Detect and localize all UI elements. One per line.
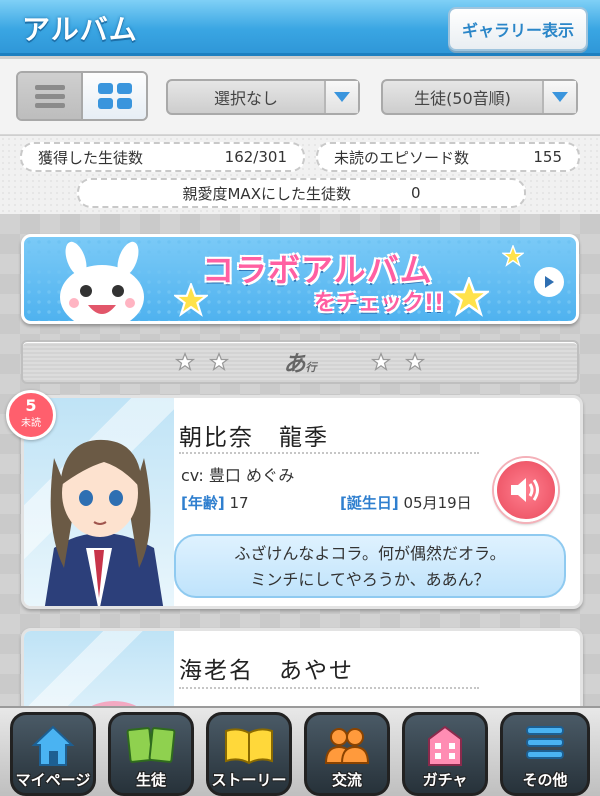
quote-line: ふざけんなよコラ。何が偶然だオラ。 xyxy=(234,544,506,563)
nav-mypage[interactable]: マイページ xyxy=(10,712,96,796)
book-icon xyxy=(225,728,273,765)
birthday-value: 05月19日 xyxy=(403,494,472,512)
chevron-down-icon xyxy=(542,81,576,113)
cards-icon xyxy=(126,727,176,763)
album-stats: 獲得した生徒数 162/301 未読のエピソード数 155 親愛度MAXにした生… xyxy=(0,136,600,214)
acquired-students-stat: 獲得した生徒数 162/301 xyxy=(20,142,305,172)
nav-label: マイページ xyxy=(15,771,91,789)
app-header: アルバム ギャラリー表示 xyxy=(0,0,600,56)
nav-students[interactable]: 生徒 xyxy=(108,712,194,796)
student-card[interactable]: 海老名 あやせ xyxy=(21,628,583,706)
unread-count: 5 xyxy=(25,396,37,415)
age-key: [年齢] xyxy=(181,494,225,512)
nav-label: ガチャ xyxy=(422,771,468,789)
student-quote: ふざけんなよコラ。何が偶然だオラ。 ミンチにしてやろうか、ああん？ xyxy=(174,534,566,598)
stat-label: 未読のエピソード数 xyxy=(334,148,470,167)
star-icon xyxy=(449,277,489,317)
chevron-down-icon xyxy=(324,81,358,113)
toolbar: 選択なし 生徒(50音順) xyxy=(0,59,600,135)
student-birthday: [誕生日] 05月19日 xyxy=(340,492,472,513)
list-view-button[interactable] xyxy=(18,73,83,119)
section-label: あ行 xyxy=(283,346,316,378)
age-value: 17 xyxy=(229,494,249,512)
banner-subtitle: をチェック!! xyxy=(314,291,445,316)
stat-value: 162/301 xyxy=(224,148,287,166)
section-kana: あ xyxy=(283,352,306,377)
home-icon xyxy=(31,725,75,766)
nav-label: 交流 xyxy=(331,771,362,789)
filter-select[interactable]: 選択なし xyxy=(166,79,360,115)
menu-icon xyxy=(526,726,564,759)
people-icon xyxy=(324,728,370,764)
stat-value: 155 xyxy=(533,148,562,166)
divider xyxy=(179,687,479,689)
sort-select[interactable]: 生徒(50音順) xyxy=(381,79,578,115)
nav-label: その他 xyxy=(522,771,568,789)
unread-badge: 5 未読 xyxy=(6,390,56,440)
unread-episodes-stat: 未読のエピソード数 155 xyxy=(316,142,580,172)
max-affection-stat: 親愛度MAXにした生徒数 0 xyxy=(77,178,526,208)
bottom-nav: マイページ 生徒 ストーリー 交流 ガチャ その他 xyxy=(0,706,600,796)
nav-label: 生徒 xyxy=(135,771,166,789)
birthday-key: [誕生日] xyxy=(340,494,399,512)
student-card[interactable]: 朝比奈 龍季 cv: 豊口 めぐみ [年齢] 17 [誕生日] 05月19日 ふ… xyxy=(21,395,583,609)
filter-select-value: 選択なし xyxy=(213,89,278,108)
grid-view-button[interactable] xyxy=(83,73,146,119)
character-portrait-icon xyxy=(91,701,137,706)
section-header-a: あ行 xyxy=(21,340,579,384)
play-icon xyxy=(534,267,564,297)
section-suffix: 行 xyxy=(305,361,317,374)
nav-story[interactable]: ストーリー xyxy=(206,712,292,796)
album-list[interactable]: コラボアルバム をチェック!! あ行 朝比奈 龍季 cv: 豊口 めぐみ [年齢… xyxy=(0,214,600,706)
speaker-icon xyxy=(511,478,539,502)
list-icon xyxy=(34,85,65,108)
star-outline-icon xyxy=(370,352,391,372)
voice-actor: cv: 豊口 めぐみ xyxy=(181,466,295,485)
student-age: [年齢] 17 xyxy=(181,492,249,513)
view-mode-toggle xyxy=(16,71,148,121)
student-name: 海老名 あやせ xyxy=(179,658,354,684)
quote-line: ミンチにしてやろうか、ああん？ xyxy=(250,570,490,589)
gallery-view-button[interactable]: ギャラリー表示 xyxy=(448,7,588,51)
star-outline-icon xyxy=(404,352,425,372)
nav-label: ストーリー xyxy=(211,771,287,789)
stat-label: 親愛度MAXにした生徒数 xyxy=(182,184,351,203)
nav-exchange[interactable]: 交流 xyxy=(304,712,390,796)
divider xyxy=(179,452,479,454)
student-name: 朝比奈 龍季 xyxy=(179,425,329,451)
star-outline-icon xyxy=(209,352,230,372)
unread-label: 未読 xyxy=(21,418,41,429)
mascot-icon xyxy=(60,241,144,321)
grid-icon xyxy=(97,83,132,109)
sort-select-value: 生徒(50音順) xyxy=(414,89,511,108)
collab-album-banner[interactable]: コラボアルバム をチェック!! xyxy=(21,234,579,324)
star-outline-icon xyxy=(175,352,196,372)
student-portrait xyxy=(24,631,174,706)
nav-other[interactable]: その他 xyxy=(500,712,590,796)
nav-gacha[interactable]: ガチャ xyxy=(402,712,488,796)
play-voice-button[interactable] xyxy=(494,458,558,522)
star-icon xyxy=(502,245,524,267)
stat-label: 獲得した生徒数 xyxy=(38,148,144,167)
building-icon xyxy=(428,725,462,766)
page-title: アルバム xyxy=(22,13,138,46)
stat-value: 0 xyxy=(410,184,421,202)
